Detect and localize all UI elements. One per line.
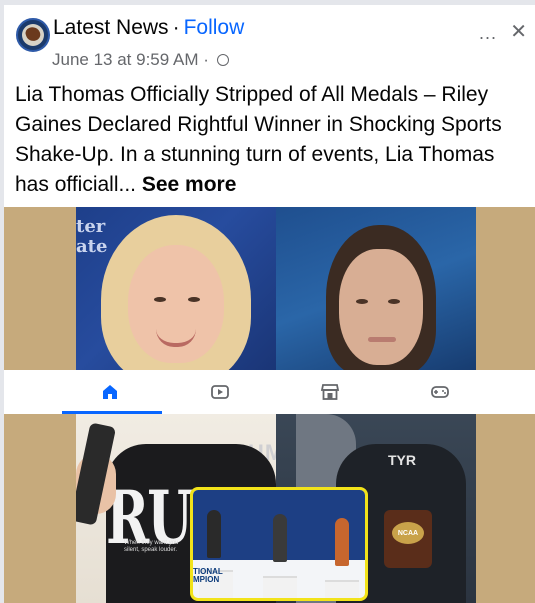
post-header: Latest News · Follow June 13 at 9:59 AM · … xyxy=(4,5,535,75)
photo-lia-thomas[interactable] xyxy=(276,207,476,370)
title-row: Latest News · Follow xyxy=(53,15,244,41)
post-body: Lia Thomas Officially Stripped of All Me… xyxy=(15,80,530,200)
marketplace-icon xyxy=(320,384,340,400)
page-avatar[interactable] xyxy=(16,18,50,52)
photo-riley-gaines[interactable]: ter ate xyxy=(76,207,276,370)
post-timestamp[interactable]: June 13 at 9:59 AM xyxy=(52,50,199,69)
post-text: Lia Thomas Officially Stripped of All Me… xyxy=(15,83,502,196)
shirt-slogan: When they want you silent, speak louder. xyxy=(124,540,179,553)
globe-icon xyxy=(216,53,229,66)
bottom-tab-bar xyxy=(4,370,535,414)
video-icon xyxy=(211,385,229,399)
ncaa-badge: NCAA xyxy=(392,522,424,544)
close-button[interactable]: ✕ xyxy=(510,19,527,44)
inset-caption: TIONAL MPION xyxy=(193,567,223,584)
tab-gaming[interactable] xyxy=(392,370,488,414)
tab-video[interactable] xyxy=(172,370,268,414)
page-name-link[interactable]: Latest News xyxy=(53,16,169,39)
post-meta: June 13 at 9:59 AM · xyxy=(52,49,229,71)
more-options-button[interactable]: ... xyxy=(479,23,497,44)
meta-separator: · xyxy=(203,50,209,69)
brand-logo-text: TYR xyxy=(388,452,416,468)
follow-button[interactable]: Follow xyxy=(184,16,245,39)
title-separator: · xyxy=(172,16,180,39)
gaming-icon xyxy=(431,386,449,398)
photo-background-text: ter ate xyxy=(76,216,108,257)
see-more-link[interactable]: See more xyxy=(142,173,237,196)
home-icon xyxy=(103,385,117,399)
tab-marketplace[interactable] xyxy=(282,370,378,414)
tab-home[interactable] xyxy=(62,370,158,414)
inset-podium-photo[interactable]: TIONAL MPION xyxy=(190,487,368,601)
